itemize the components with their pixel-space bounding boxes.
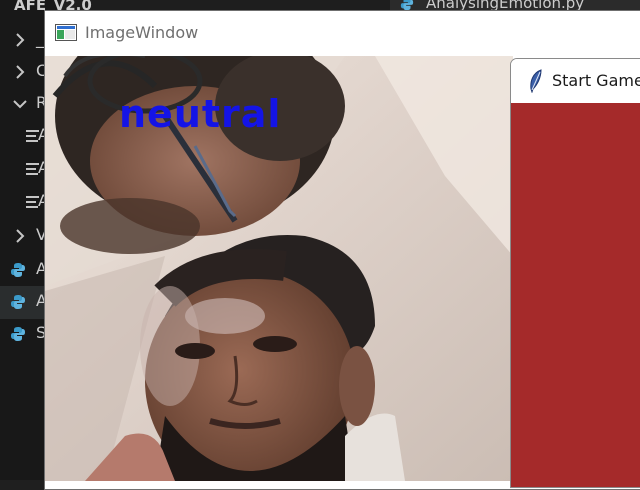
- python-icon: [11, 295, 25, 309]
- webcam-frame: neutral: [45, 56, 513, 481]
- chevron-right-icon: [16, 65, 25, 79]
- feather-icon: [530, 69, 542, 93]
- tree-item-label: _: [36, 29, 44, 48]
- chevron-right-icon: [16, 33, 25, 47]
- app-window-icon: [55, 24, 77, 41]
- python-icon: [11, 327, 25, 341]
- start-game-titlebar[interactable]: Start Game: [511, 59, 640, 103]
- start-game-title: Start Game: [552, 71, 640, 90]
- python-icon: [11, 263, 25, 277]
- chevron-down-icon: [13, 100, 27, 109]
- chevron-right-icon: [16, 229, 25, 243]
- game-canvas[interactable]: [511, 103, 640, 487]
- image-window-title: ImageWindow: [85, 23, 199, 42]
- start-game-window[interactable]: Start Game: [510, 58, 640, 488]
- image-window-titlebar[interactable]: ImageWindow: [45, 11, 640, 55]
- emotion-prediction-label: neutral: [119, 92, 282, 136]
